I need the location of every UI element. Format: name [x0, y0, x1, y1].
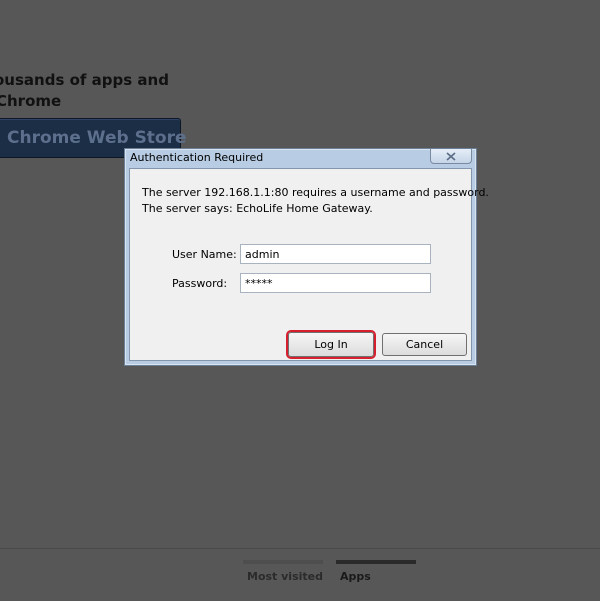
close-icon — [446, 151, 456, 161]
promo-text: ousands of apps and Chrome — [0, 70, 169, 112]
username-label: User Name: — [172, 248, 237, 261]
tab-apps[interactable]: Apps — [336, 560, 416, 583]
tab-label: Most visited — [247, 570, 323, 583]
password-label: Password: — [172, 277, 228, 290]
promo-line-1: ousands of apps and — [0, 71, 169, 89]
authentication-dialog: Authentication Required The server 192.1… — [124, 148, 489, 366]
promo-line-2: Chrome — [0, 92, 62, 110]
auth-message: The server 192.168.1.1:80 requires a use… — [142, 185, 489, 217]
cancel-button[interactable]: Cancel — [382, 333, 467, 356]
auth-message-line-2: The server says: EchoLife Home Gateway. — [142, 202, 373, 215]
password-field[interactable] — [240, 273, 431, 293]
tab-most-visited[interactable]: Most visited — [243, 560, 323, 583]
auth-message-line-1: The server 192.168.1.1:80 requires a use… — [142, 186, 489, 199]
tab-label: Apps — [340, 570, 371, 583]
username-field[interactable] — [240, 244, 431, 264]
login-button[interactable]: Log In — [286, 330, 376, 359]
login-button-label: Log In — [314, 338, 348, 351]
tab-indicator — [336, 560, 416, 564]
dialog-body: The server 192.168.1.1:80 requires a use… — [129, 168, 489, 361]
close-button[interactable] — [430, 149, 472, 164]
dialog-title: Authentication Required — [130, 151, 264, 164]
tab-indicator — [243, 560, 323, 564]
